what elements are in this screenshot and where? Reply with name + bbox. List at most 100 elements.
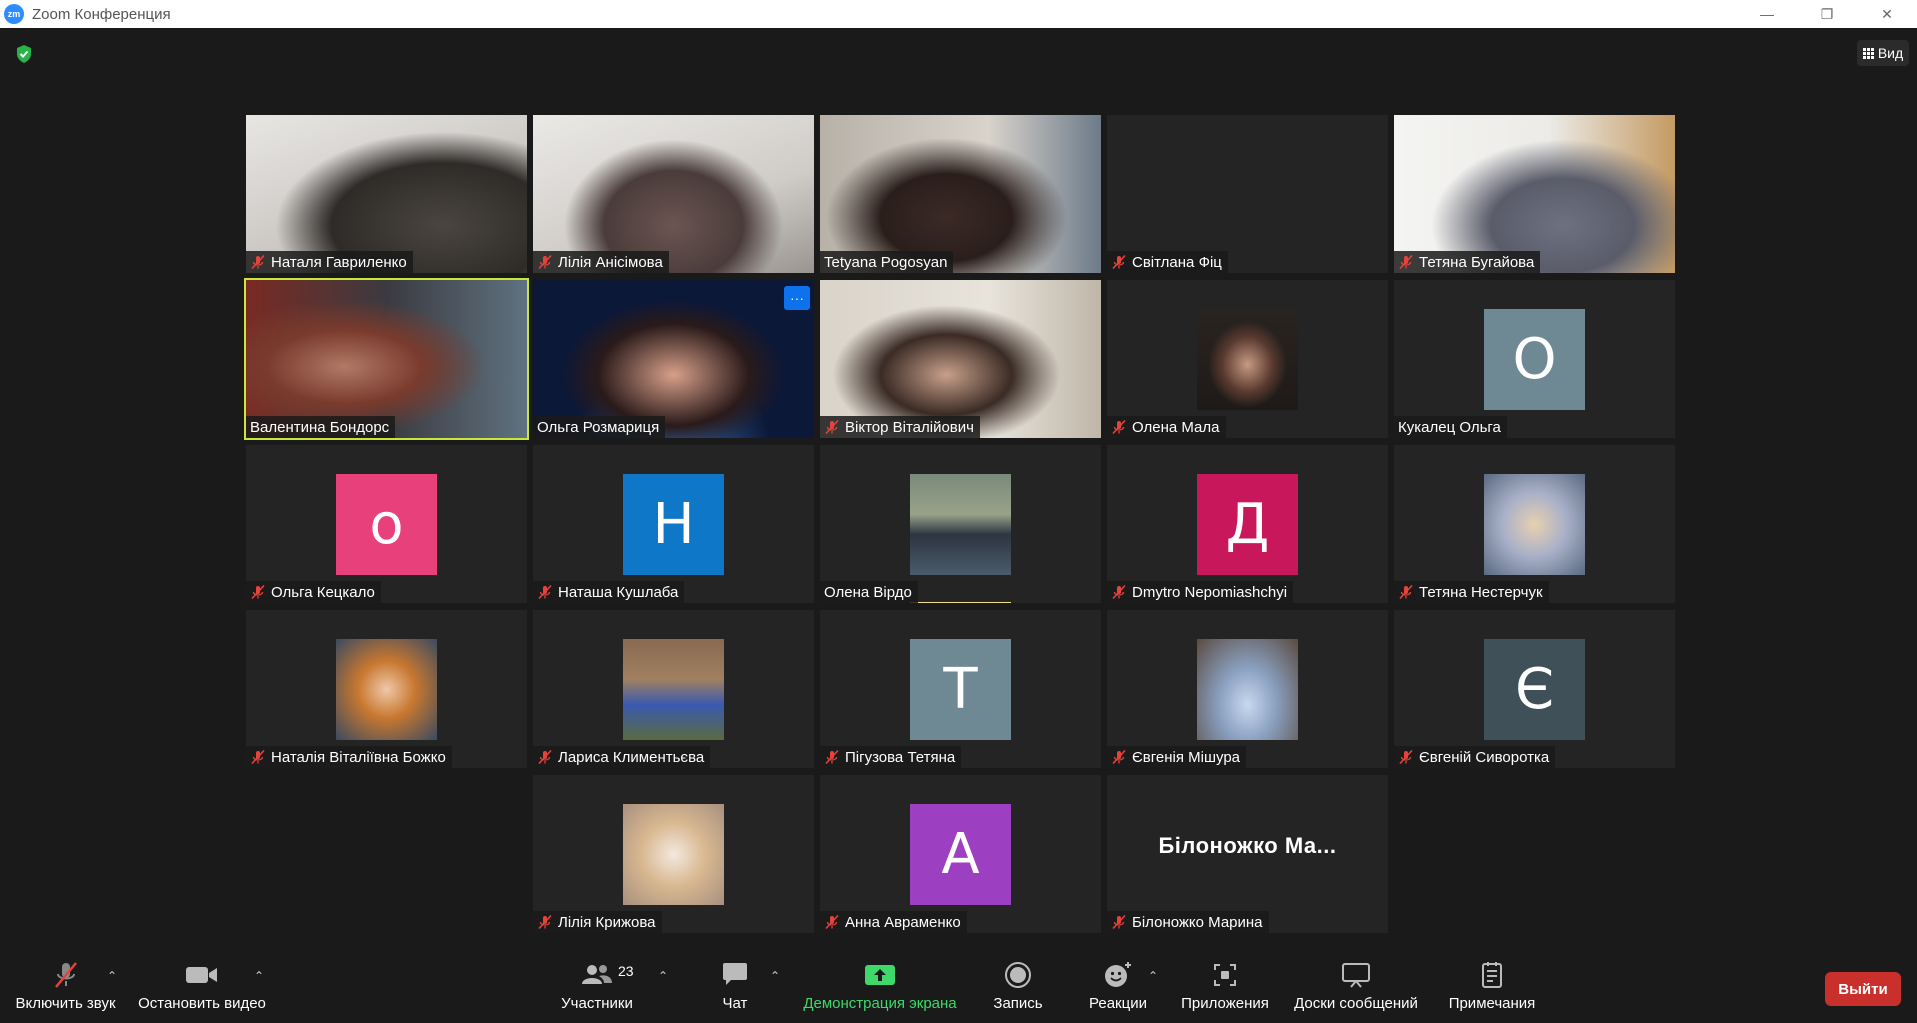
participant-tile[interactable]: Наталя Гавриленко bbox=[246, 115, 527, 273]
participant-tile[interactable]: Євгенія Мішура bbox=[1107, 610, 1388, 768]
participant-nametag: Лілія Анісімова bbox=[533, 251, 669, 273]
view-button-label: Вид bbox=[1877, 45, 1904, 61]
mic-muted-icon bbox=[1112, 749, 1126, 765]
participant-name: Tetyana Pogosyan bbox=[824, 253, 948, 271]
participant-nametag: Тетяна Бугайова bbox=[1394, 251, 1541, 273]
participant-name: Ольга Розмариця bbox=[537, 418, 660, 436]
unmute-button[interactable]: Включить звук bbox=[8, 955, 123, 1023]
participant-tile[interactable]: Н Наташа Кушлаба bbox=[533, 445, 814, 603]
participant-name: Світлана Фіц bbox=[1132, 253, 1222, 271]
participant-tile[interactable]: Олена Вірдо bbox=[820, 445, 1101, 603]
audio-options-caret-icon[interactable]: ⌃ bbox=[107, 969, 117, 983]
restore-button[interactable]: ❐ bbox=[1797, 0, 1857, 28]
participant-name: Наталія Віталіївна Божко bbox=[271, 748, 446, 766]
participant-tile[interactable]: A Анна Авраменко bbox=[820, 775, 1101, 933]
participant-name: Пігузова Тетяна bbox=[845, 748, 956, 766]
participant-tile[interactable]: Tetyana Pogosyan bbox=[820, 115, 1101, 273]
participant-letter-avatar: A bbox=[910, 804, 1011, 905]
leave-meeting-button[interactable]: Выйти bbox=[1825, 972, 1901, 1006]
reactions-label: Реакции bbox=[1089, 995, 1147, 1012]
participant-name: Кукалец Ольга bbox=[1398, 418, 1501, 436]
participant-tile[interactable]: Наталія Віталіївна Божко bbox=[246, 610, 527, 768]
chat-button[interactable]: Чат bbox=[705, 955, 765, 1023]
participant-video bbox=[533, 115, 814, 273]
participant-tile[interactable]: O Кукалец Ольга bbox=[1394, 280, 1675, 438]
reactions-options-caret-icon[interactable]: ⌃ bbox=[1148, 969, 1158, 983]
minimize-button[interactable]: — bbox=[1737, 0, 1797, 28]
participant-video bbox=[246, 115, 527, 273]
participant-nametag: Наталя Гавриленко bbox=[246, 251, 413, 273]
mic-muted-icon bbox=[825, 749, 839, 765]
participant-nametag: Пігузова Тетяна bbox=[820, 746, 962, 768]
participant-nametag: Ольга Розмариця bbox=[533, 416, 666, 438]
participant-nametag: Євгеній Сиворотка bbox=[1394, 746, 1556, 768]
participant-tile[interactable]: Білоножко Ма... Білоножко Марина bbox=[1107, 775, 1388, 933]
participant-tile[interactable]: Д Dmytro Nepomiashchyi bbox=[1107, 445, 1388, 603]
participant-tile[interactable]: o Ольга Кецкало bbox=[246, 445, 527, 603]
participant-tile[interactable]: Тетяна Бугайова bbox=[1394, 115, 1675, 273]
participant-tile[interactable]: Тетяна Нестерчук bbox=[1394, 445, 1675, 603]
stop-video-button[interactable]: Остановить видео bbox=[132, 955, 272, 1023]
participant-name: Тетяна Нестерчук bbox=[1419, 583, 1543, 601]
participant-name: Наталя Гавриленко bbox=[271, 253, 407, 271]
more-options-button[interactable]: ··· bbox=[784, 286, 810, 310]
participant-name: Dmytro Nepomiashchyi bbox=[1132, 583, 1288, 601]
chat-options-caret-icon[interactable]: ⌃ bbox=[770, 969, 780, 983]
participant-tile[interactable]: Лариса Климентьєва bbox=[533, 610, 814, 768]
mic-muted-icon bbox=[538, 584, 552, 600]
participant-tile[interactable]: Олена Мала bbox=[1107, 280, 1388, 438]
participant-tile[interactable]: Світлана Фіц bbox=[1107, 115, 1388, 273]
apps-icon bbox=[1212, 955, 1238, 995]
participant-video bbox=[246, 280, 527, 438]
security-shield-icon[interactable] bbox=[14, 44, 34, 64]
participant-profile-photo bbox=[336, 639, 437, 740]
whiteboards-button[interactable]: Доски сообщений bbox=[1285, 955, 1427, 1023]
participant-nametag: Лілія Крижова bbox=[533, 911, 662, 933]
close-button[interactable]: ✕ bbox=[1857, 0, 1917, 28]
participant-name: Лілія Крижова bbox=[558, 913, 656, 931]
participant-nametag: Наталія Віталіївна Божко bbox=[246, 746, 452, 768]
participant-tile[interactable]: Є Євгеній Сиворотка bbox=[1394, 610, 1675, 768]
participant-nametag: Світлана Фіц bbox=[1107, 251, 1228, 273]
participant-tile[interactable]: Валентина Бондорс bbox=[244, 278, 529, 440]
stop-video-label: Остановить видео bbox=[138, 995, 266, 1012]
participants-options-caret-icon[interactable]: ⌃ bbox=[658, 969, 668, 983]
participant-name: Лілія Анісімова bbox=[558, 253, 663, 271]
participant-letter-avatar: T bbox=[910, 639, 1011, 740]
participant-tile[interactable]: T Пігузова Тетяна bbox=[820, 610, 1101, 768]
record-button[interactable]: Запись bbox=[980, 955, 1056, 1023]
participant-nametag: Tetyana Pogosyan bbox=[820, 251, 954, 273]
video-camera-icon bbox=[185, 955, 219, 995]
participant-tile[interactable]: ··· Ольга Розмариця bbox=[533, 280, 814, 438]
participant-letter-avatar: O bbox=[1484, 309, 1585, 410]
mic-muted-icon bbox=[1112, 254, 1126, 270]
share-screen-button[interactable]: Демонстрация экрана bbox=[795, 955, 965, 1023]
share-screen-label: Демонстрация экрана bbox=[803, 995, 957, 1012]
mic-muted-icon bbox=[251, 749, 265, 765]
participant-profile-photo bbox=[1197, 639, 1298, 740]
mic-muted-icon bbox=[538, 914, 552, 930]
notes-button[interactable]: Примечания bbox=[1442, 955, 1542, 1023]
participant-nametag: Євгенія Мішура bbox=[1107, 746, 1247, 768]
participant-video bbox=[820, 115, 1101, 273]
view-button[interactable]: Вид bbox=[1857, 40, 1909, 66]
mic-muted-icon bbox=[538, 749, 552, 765]
reactions-button[interactable]: Реакции bbox=[1080, 955, 1156, 1023]
video-options-caret-icon[interactable]: ⌃ bbox=[254, 969, 264, 983]
participant-letter-avatar: Є bbox=[1484, 639, 1585, 740]
participant-nametag: Віктор Віталійович bbox=[820, 416, 980, 438]
participant-tile[interactable]: Лілія Анісімова bbox=[533, 115, 814, 273]
smiley-plus-icon bbox=[1103, 955, 1133, 995]
window-title: Zoom Конференция bbox=[32, 5, 171, 23]
unmute-label: Включить звук bbox=[15, 995, 116, 1012]
participant-profile-photo bbox=[623, 804, 724, 905]
participant-letter-avatar: Д bbox=[1197, 474, 1298, 575]
participant-video bbox=[1394, 115, 1675, 273]
participant-tile[interactable]: Віктор Віталійович bbox=[820, 280, 1101, 438]
participant-profile-photo bbox=[1197, 309, 1298, 410]
participant-name: Євгеній Сиворотка bbox=[1419, 748, 1550, 766]
participant-name: Олена Вірдо bbox=[824, 583, 912, 601]
participant-nametag: Тетяна Нестерчук bbox=[1394, 581, 1549, 603]
participant-tile[interactable]: Лілія Крижова bbox=[533, 775, 814, 933]
apps-button[interactable]: Приложения bbox=[1175, 955, 1275, 1023]
